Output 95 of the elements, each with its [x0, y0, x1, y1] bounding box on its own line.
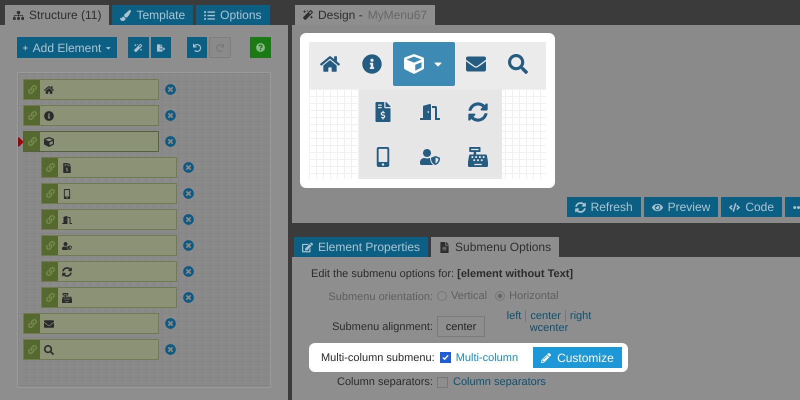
link-icon: [46, 189, 54, 198]
home-icon: [44, 84, 54, 94]
alignment-link[interactable]: right: [564, 310, 596, 322]
remove-icon[interactable]: [183, 292, 194, 303]
export-icon: [156, 42, 165, 52]
remove-icon[interactable]: [165, 318, 176, 329]
invoice-icon: [62, 162, 72, 172]
tree-item[interactable]: [23, 339, 159, 360]
door-icon: [420, 102, 440, 122]
cash-register-icon: [468, 146, 488, 166]
wand-icon: [134, 42, 143, 52]
tree-item[interactable]: [41, 287, 177, 308]
tree-item[interactable]: [41, 183, 177, 204]
exchange-icon: [468, 102, 488, 122]
tree-item[interactable]: [23, 131, 159, 152]
tab[interactable]: Options: [196, 5, 270, 25]
sitemap-icon: [13, 10, 24, 20]
tab[interactable]: Structure (11): [5, 5, 110, 25]
home-icon: [320, 54, 340, 74]
link-icon: [46, 241, 54, 250]
link-icon: [28, 319, 36, 328]
remove-icon[interactable]: [165, 110, 176, 121]
document-icon: [439, 242, 450, 252]
alignment-link[interactable]: wcenter: [526, 322, 572, 334]
remove-icon[interactable]: [165, 344, 176, 355]
add-element-button[interactable]: Add Element: [17, 37, 117, 58]
checkbox[interactable]: [440, 352, 451, 363]
pencil-icon: [541, 352, 552, 362]
help-button[interactable]: [250, 37, 272, 58]
remove-icon[interactable]: [183, 266, 194, 277]
tree-item[interactable]: [23, 313, 159, 334]
tree-item[interactable]: [41, 261, 177, 282]
phone-icon: [62, 188, 72, 198]
customize-button[interactable]: Customize: [533, 347, 622, 368]
exchange-icon: [62, 266, 72, 276]
checkbox-label[interactable]: Multi-column: [456, 352, 518, 364]
user-shield-icon: [62, 240, 72, 250]
cube-icon: [44, 136, 54, 146]
brush-icon: [120, 10, 132, 20]
field-label: Column separators:: [336, 376, 433, 388]
tree-item[interactable]: [23, 79, 159, 100]
field-label: Submenu alignment:: [331, 320, 433, 332]
link-icon: [46, 293, 54, 302]
design-button[interactable]: Preview: [644, 197, 718, 217]
link-icon: [28, 345, 36, 354]
envelope-icon: [466, 54, 486, 74]
tab[interactable]: Submenu Options: [431, 237, 560, 257]
undo-button[interactable]: [186, 37, 207, 58]
tree-item[interactable]: [41, 157, 177, 178]
link-icon: [46, 267, 54, 276]
link-icon: [46, 215, 54, 224]
link-icon: [28, 85, 36, 94]
search-icon: [508, 54, 528, 74]
link-icon: [46, 163, 54, 172]
tab[interactable]: Template: [112, 5, 194, 25]
alignment-link[interactable]: left: [502, 310, 526, 322]
design-button[interactable]: Code: [721, 197, 782, 217]
edit-icon: [302, 242, 313, 252]
tab[interactable]: Element Properties: [294, 237, 428, 257]
search-icon: [44, 344, 54, 354]
remove-icon[interactable]: [183, 188, 194, 199]
user-shield-icon: [420, 146, 440, 166]
remove-icon[interactable]: [165, 136, 176, 147]
alignment-link[interactable]: center: [525, 310, 565, 322]
info-icon: [362, 54, 382, 74]
remove-icon[interactable]: [183, 162, 194, 173]
remove-icon[interactable]: [183, 214, 194, 225]
preview-icon: [652, 202, 663, 212]
export-button[interactable]: [150, 37, 171, 58]
plus-icon: [23, 42, 28, 52]
cash-register-icon: [62, 292, 72, 302]
field-label: Multi-column submenu:: [321, 352, 435, 364]
door-icon: [62, 214, 72, 224]
code-icon: [729, 202, 740, 212]
design-button[interactable]: Refresh: [566, 197, 641, 217]
tree-item[interactable]: [23, 105, 159, 126]
undo-icon: [192, 42, 201, 52]
invoice-icon: [372, 102, 393, 122]
refresh-icon: [574, 202, 586, 212]
alignment-field[interactable]: center: [437, 316, 485, 337]
remove-icon[interactable]: [183, 240, 194, 251]
envelope-icon: [44, 318, 54, 328]
menu-item[interactable]: [393, 42, 455, 86]
list-icon: [204, 10, 216, 20]
info-icon: [44, 110, 54, 120]
cube-icon: [404, 54, 424, 74]
help-icon: [256, 42, 266, 53]
remove-icon[interactable]: [165, 84, 176, 95]
intro-text: Edit the submenu options for: [element without Text]: [311, 268, 574, 280]
wand-button[interactable]: [128, 37, 149, 58]
checkbox-label[interactable]: Column separators: [453, 376, 546, 388]
link-icon: [28, 111, 36, 120]
link-icon: [28, 137, 36, 146]
tree-item[interactable]: [41, 235, 177, 256]
tree-item[interactable]: [41, 209, 177, 230]
